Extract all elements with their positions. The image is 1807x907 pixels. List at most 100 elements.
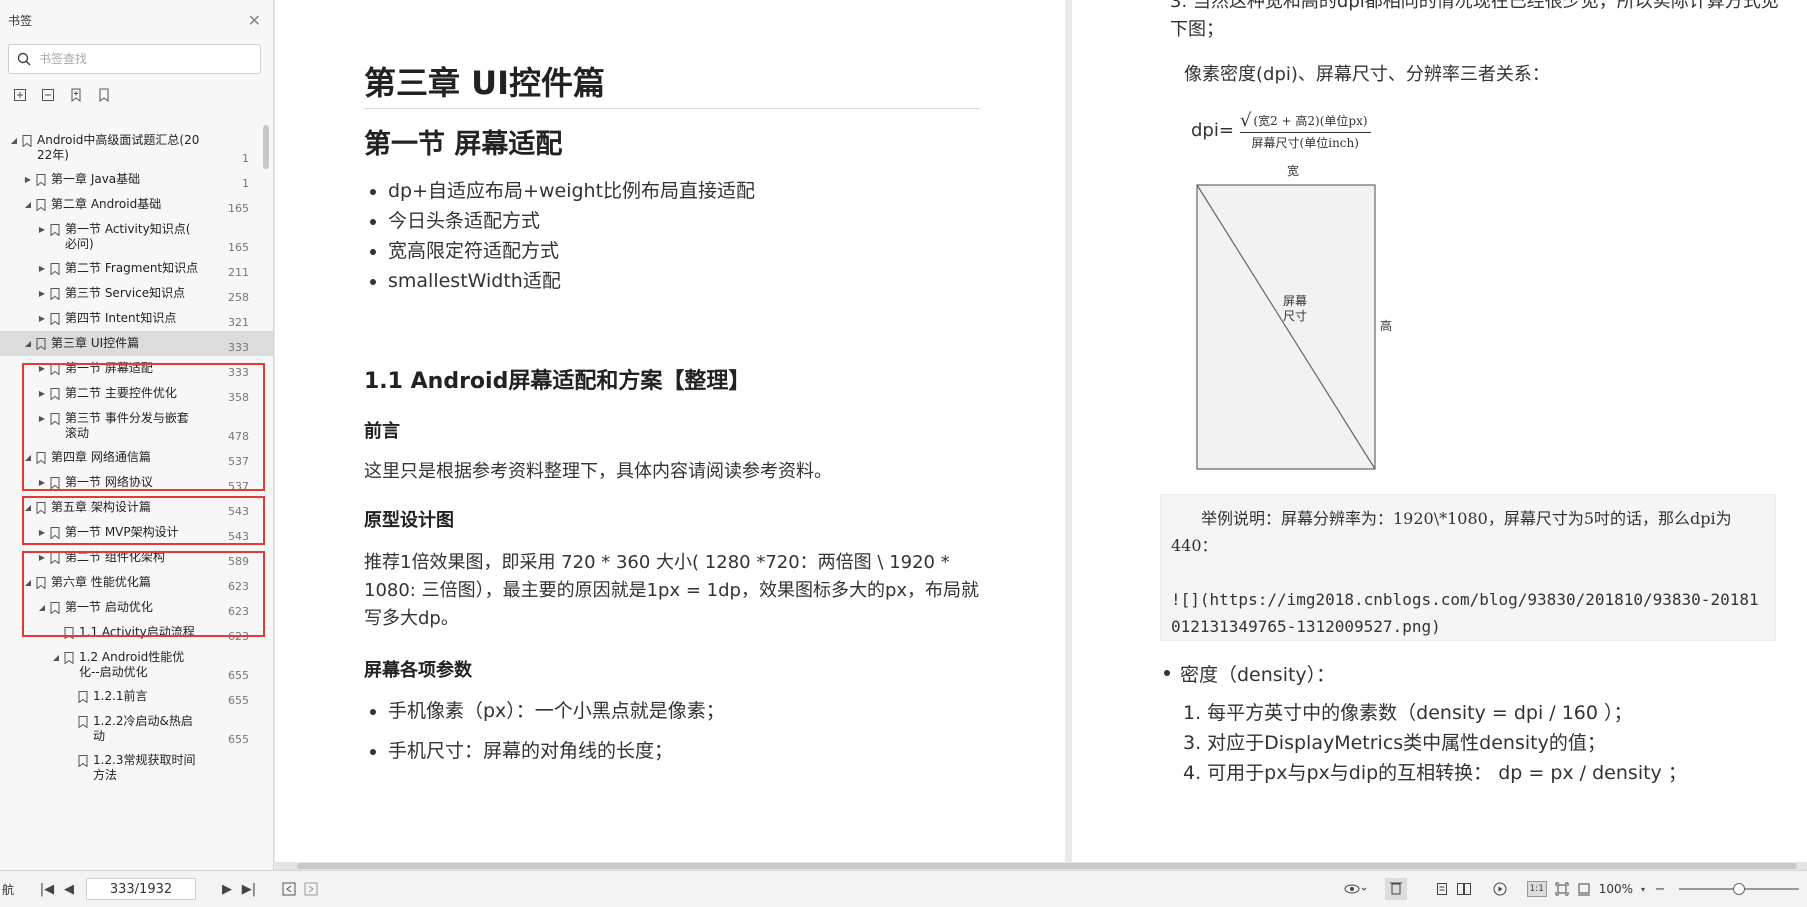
collapse-arrow-icon[interactable]: ◢	[22, 503, 34, 512]
bookmark-page-number: 655	[228, 694, 249, 707]
bookmark-page-number: 537	[228, 480, 249, 493]
list-item: 1. 每平方英寸中的像素数（density = dpi / 160 ）；	[1183, 702, 1633, 724]
zoom-level[interactable]: 100%	[1599, 882, 1633, 896]
bookmark-page-number: 333	[228, 341, 249, 354]
formula-prefix: dpi=	[1191, 120, 1234, 141]
bookmark-icon	[64, 627, 74, 639]
collapse-arrow-icon[interactable]: ◢	[22, 453, 34, 462]
fit-page-icon[interactable]	[1551, 878, 1573, 900]
sidebar-header: 书签 ✕	[0, 0, 273, 40]
single-page-icon[interactable]	[1384, 878, 1407, 900]
bookmark-item[interactable]: ◢ 第一节 启动优化 623	[0, 595, 273, 620]
last-page-icon[interactable]: ▶|	[238, 878, 260, 900]
next-page-icon[interactable]: ▶	[216, 878, 238, 900]
bookmark-icon	[50, 413, 60, 425]
two-page-icon[interactable]	[1453, 878, 1475, 900]
bookmark-item[interactable]: ▶ 第二节 主要控件优化 358	[0, 381, 273, 406]
bookmark-item[interactable]: ◢ 1.2 Android性能优 化--启动优化 655	[0, 645, 273, 684]
collapse-arrow-icon[interactable]: ◢	[22, 339, 34, 348]
expand-arrow-icon[interactable]: ▶	[22, 175, 34, 184]
bookmark-item[interactable]: ◢ 第三章 UI控件篇 333	[0, 331, 273, 356]
bookmark-item[interactable]: 1.1 Activity启动流程 623	[0, 620, 273, 645]
bookmark-page-number: 543	[228, 530, 249, 543]
bookmark-icon[interactable]	[96, 87, 112, 103]
expand-arrow-icon[interactable]: ▶	[36, 389, 48, 398]
expand-arrow-icon[interactable]: ▶	[36, 225, 48, 234]
collapse-arrow-icon[interactable]: ◢	[22, 200, 34, 209]
prev-page-icon[interactable]: ◀	[58, 878, 80, 900]
bookmark-item[interactable]: ◢ 第二章 Android基础 165	[0, 192, 273, 217]
bookmark-icon	[64, 652, 74, 664]
params-heading: 屏幕各项参数	[364, 660, 472, 681]
horizontal-scrollbar[interactable]	[275, 862, 1807, 870]
bookmark-item[interactable]: ◢ 第六章 性能优化篇 623	[0, 570, 273, 595]
bookmark-item[interactable]: ▶ 第二节 Fragment知识点 211	[0, 256, 273, 281]
collapse-arrow-icon[interactable]: ◢	[22, 578, 34, 587]
fit-width-icon[interactable]	[1573, 878, 1595, 900]
bookmark-item[interactable]: ▶ 第四节 Intent知识点 321	[0, 306, 273, 331]
bookmark-search-box[interactable]	[8, 44, 261, 74]
collapse-all-icon[interactable]	[40, 87, 56, 103]
bookmark-item[interactable]: ◢ 第四章 网络通信篇 537	[0, 445, 273, 470]
list-item: smallestWidth适配	[364, 266, 755, 296]
bookmark-item[interactable]: ▶ 第三节 Service知识点 258	[0, 281, 273, 306]
expand-arrow-icon[interactable]: ▶	[36, 553, 48, 562]
section-title: 第一节 屏幕适配	[364, 129, 563, 160]
bookmark-item[interactable]: 1.2.3常规获取时间 方法	[0, 748, 273, 787]
bookmark-search-input[interactable]	[39, 52, 239, 66]
collapse-arrow-icon[interactable]: ◢	[8, 136, 20, 145]
bookmark-item[interactable]: ▶ 第一节 屏幕适配 333	[0, 356, 273, 381]
forward-icon[interactable]	[300, 878, 322, 900]
zoom-out-icon[interactable]: −	[1649, 878, 1671, 900]
zoom-slider[interactable]	[1679, 882, 1799, 896]
first-page-icon[interactable]: |◀	[36, 878, 58, 900]
bookmark-item[interactable]: ▶ 第二节 组件化架构 589	[0, 545, 273, 570]
bookmark-item[interactable]: ▶ 第一节 MVP架构设计 543	[0, 520, 273, 545]
preface-heading: 前言	[364, 421, 400, 442]
bookmark-page-number: 623	[228, 580, 249, 593]
bookmark-item[interactable]: ▶ 第三节 事件分发与嵌套 滚动 478	[0, 406, 273, 445]
bookmark-label: 第二章 Android基础	[51, 197, 162, 211]
expand-arrow-icon[interactable]: ▶	[36, 478, 48, 487]
back-icon[interactable]	[278, 878, 300, 900]
bookmark-item[interactable]: ◢ 第五章 架构设计篇 543	[0, 495, 273, 520]
actual-size-icon[interactable]: 1:1	[1526, 881, 1547, 897]
scrollbar-thumb[interactable]	[297, 863, 1797, 869]
bookmark-item[interactable]: ▶ 第一节 Activity知识点( 必问) 165	[0, 217, 273, 256]
bookmark-item[interactable]: ▶ 第一节 网络协议 537	[0, 470, 273, 495]
sidebar-scrollbar[interactable]	[263, 125, 269, 169]
continuous-page-icon[interactable]	[1431, 878, 1453, 900]
density-ordered-list: 1. 每平方英寸中的像素数（density = dpi / 160 ）； 3. …	[1183, 698, 1687, 788]
expand-arrow-icon[interactable]: ▶	[36, 364, 48, 373]
expand-arrow-icon[interactable]: ▶	[36, 528, 48, 537]
bookmark-sidebar: 书签 ✕ ◢ Android中高级面试题汇总(20 22年) 1 ▶ 第一章 Java基…	[0, 0, 274, 870]
bookmark-item[interactable]: 1.2.2冷启动&热启 动 655	[0, 709, 273, 748]
zoom-slider-knob[interactable]	[1733, 883, 1745, 895]
play-icon[interactable]	[1489, 878, 1511, 900]
dpi-note: 3. 当然这种宽和高的dpi都相同的情况现在已经很少见，所以实际计算方式见下图；	[1170, 0, 1779, 40]
expand-arrow-icon[interactable]: ▶	[36, 264, 48, 273]
status-bar: 航 |◀ ◀ ▶ ▶| 1:1 100% ▾ −	[0, 870, 1807, 907]
expand-arrow-icon[interactable]: ▶	[36, 414, 48, 423]
relation-text: 像素密度(dpi)、屏幕尺寸、分辨率三者关系：	[1184, 64, 1550, 85]
expand-arrow-icon[interactable]: ▶	[36, 314, 48, 323]
expand-arrow-icon[interactable]: ▶	[36, 289, 48, 298]
bookmark-item[interactable]: ▶ 第一章 Java基础 1	[0, 167, 273, 192]
nav-label: 航	[2, 882, 15, 897]
zoom-dropdown-icon[interactable]: ▾	[1637, 878, 1649, 900]
bookmark-tree: ◢ Android中高级面试题汇总(20 22年) 1 ▶ 第一章 Java基础 1 ◢ 第二…	[0, 128, 273, 787]
collapse-arrow-icon[interactable]: ◢	[36, 603, 48, 612]
bookmark-icon	[78, 716, 88, 728]
collapse-arrow-icon[interactable]: ◢	[50, 653, 62, 662]
document-view: 第三章 UI控件篇 第一节 屏幕适配 dp+自适应布局+weight比例布局直接…	[275, 0, 1807, 870]
page-number-input[interactable]	[86, 878, 196, 900]
formula-numerator: (宽2 + 高2)(单位px)	[1253, 114, 1368, 128]
expand-all-icon[interactable]	[12, 87, 28, 103]
bookmark-item[interactable]: ◢ Android中高级面试题汇总(20 22年) 1	[0, 128, 273, 167]
bookmark-add-icon[interactable]	[68, 87, 84, 103]
close-icon[interactable]: ✕	[248, 11, 261, 30]
bookmark-icon	[50, 313, 60, 325]
eye-protection-icon[interactable]	[1339, 878, 1373, 900]
bookmark-page-number: 165	[228, 202, 249, 215]
bookmark-item[interactable]: 1.2.1前言 655	[0, 684, 273, 709]
